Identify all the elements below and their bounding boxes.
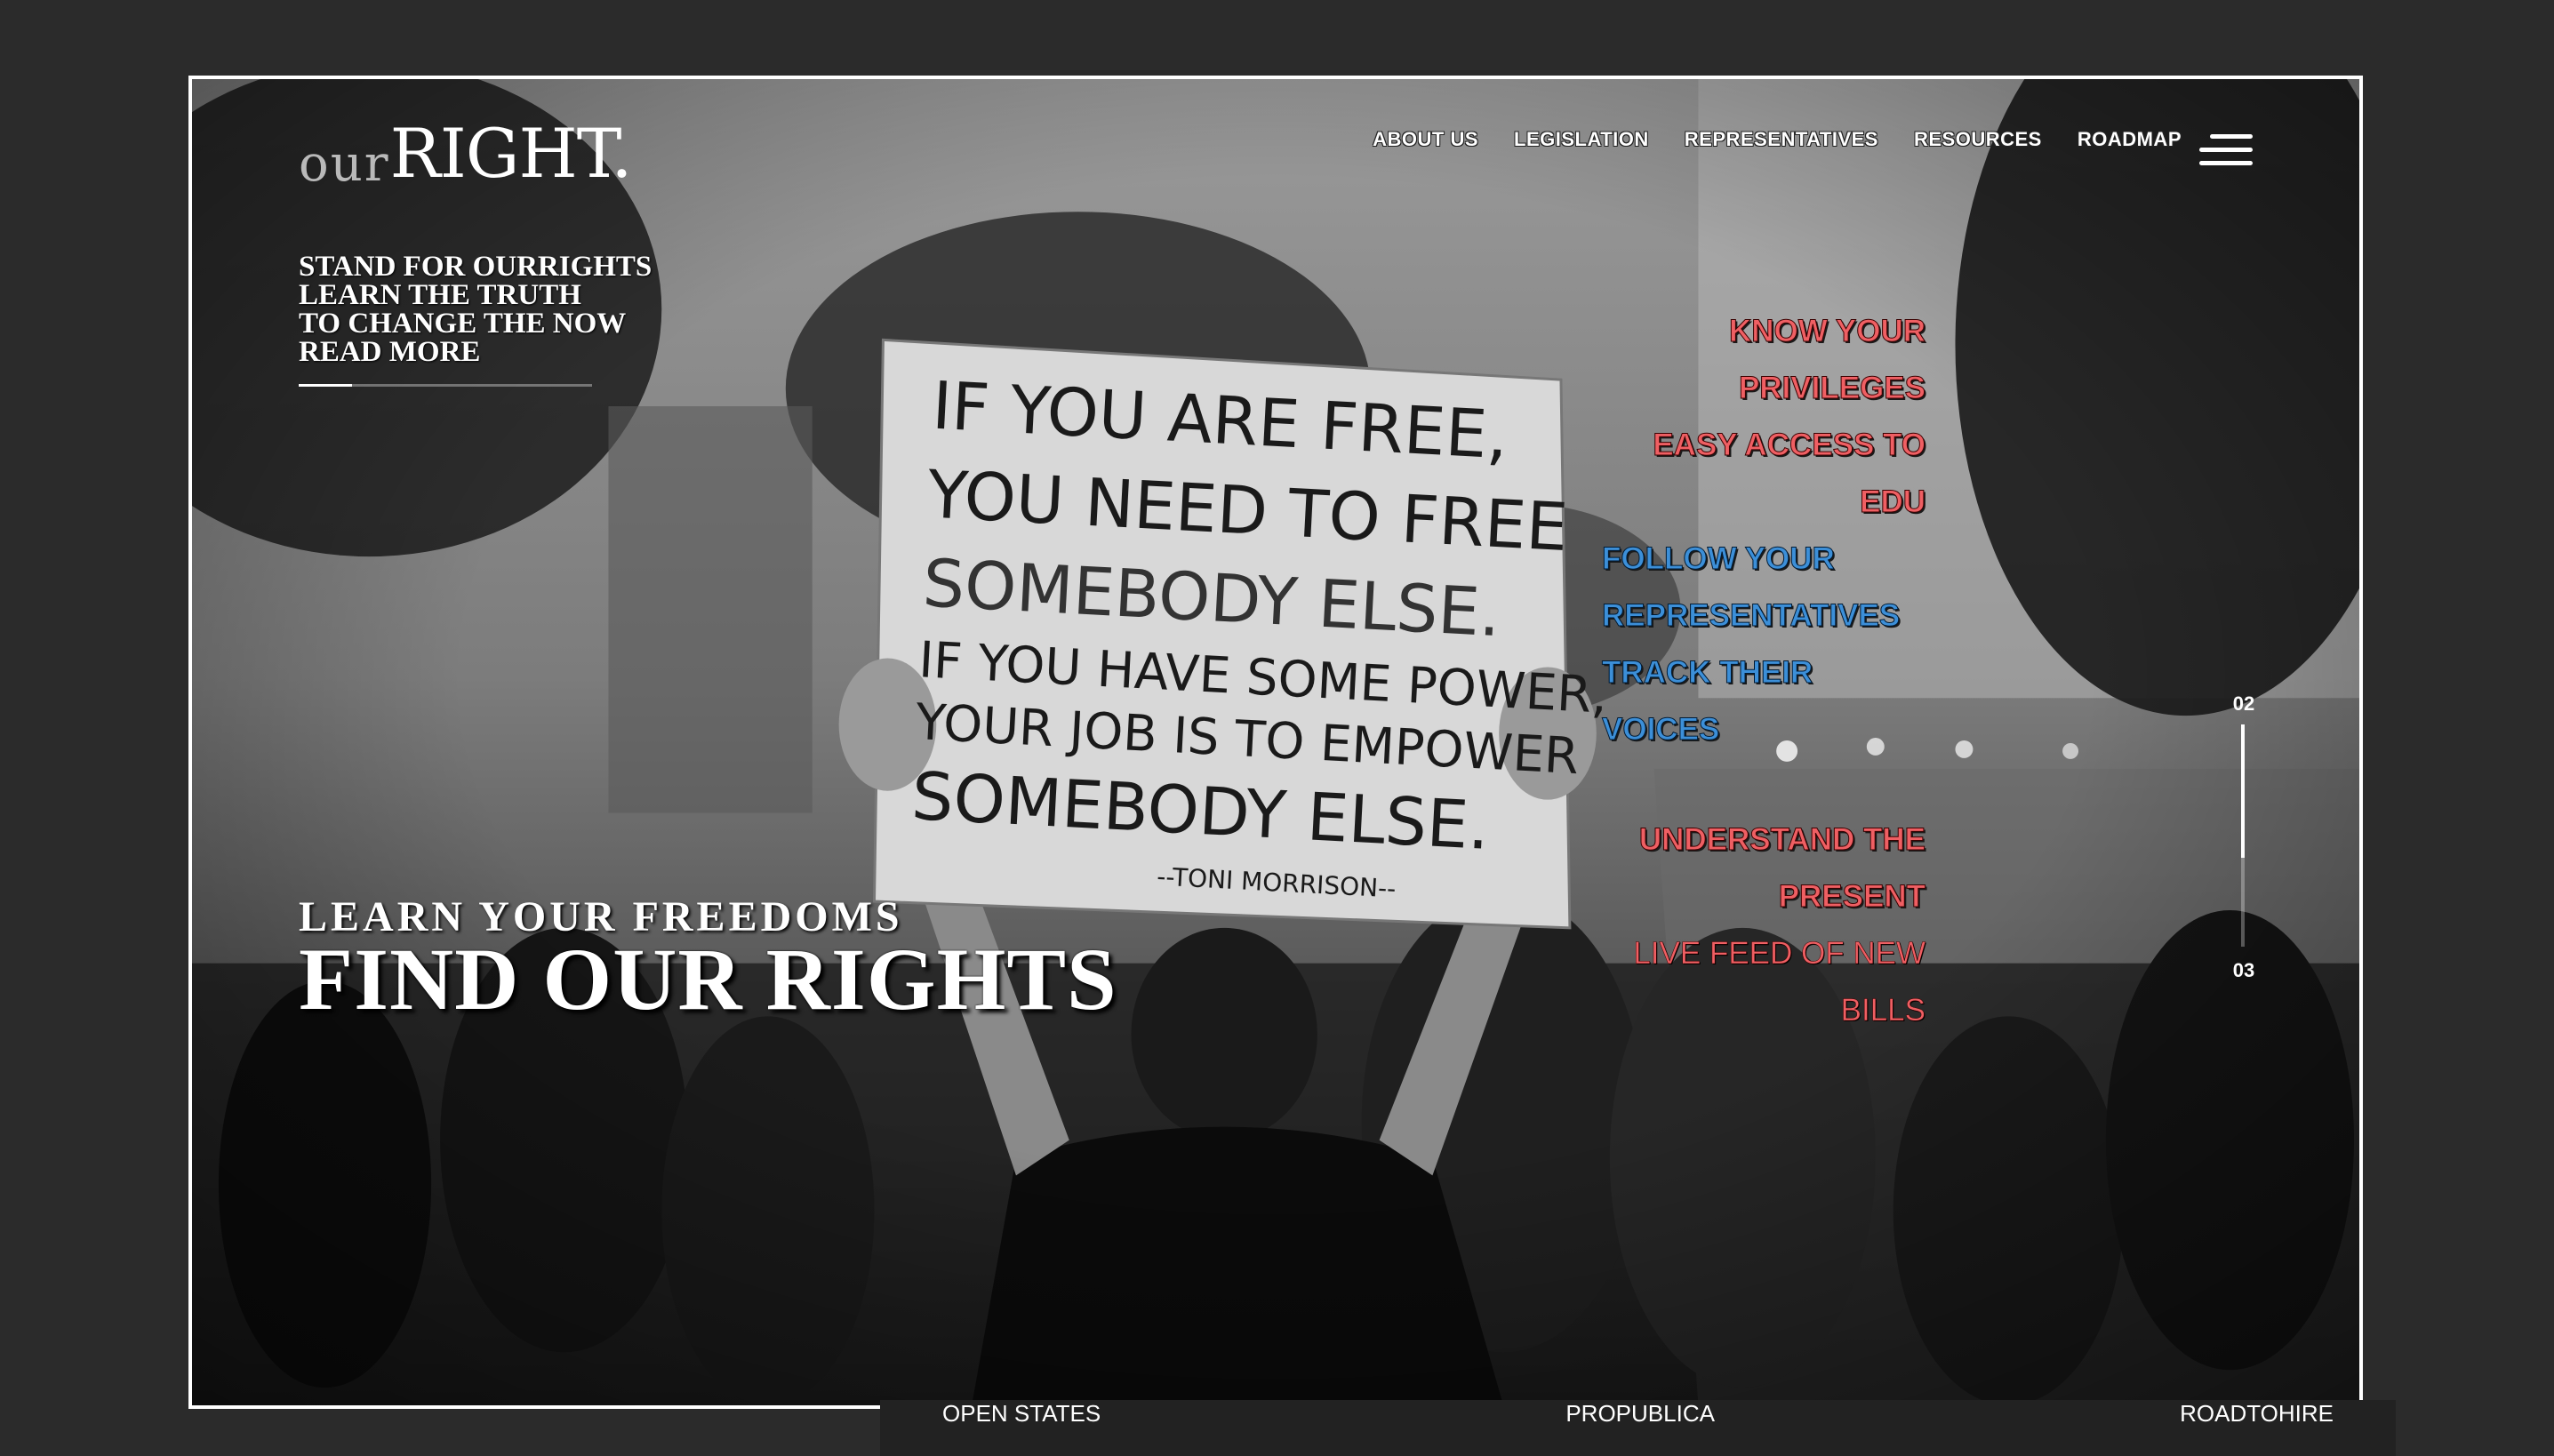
tagline-line-2: LEARN THE TRUTH — [299, 279, 581, 311]
hero-title: FIND OUR RIGHTS — [299, 930, 1117, 1028]
feature-live-feed-1[interactable]: LIVE FEED OF NEW — [1633, 925, 1926, 982]
feature-live-feed-2[interactable]: BILLS — [1840, 982, 1926, 1039]
nav-legislation[interactable]: LEGISLATION — [1514, 128, 1649, 151]
footer-link-open-states[interactable]: OPEN STATES — [942, 1400, 1101, 1428]
feature-track-voices-1[interactable]: TRACK THEIR — [1601, 644, 1813, 701]
feature-follow-representatives-1[interactable]: FOLLOW YOUR — [1602, 531, 1836, 588]
nav-about-us[interactable]: ABOUT US — [1373, 128, 1478, 151]
footer-link-roadtohire[interactable]: ROADTOHIRE — [2180, 1400, 2334, 1428]
logo-our: our — [299, 135, 390, 193]
nav-resources[interactable]: RESOURCES — [1914, 128, 2042, 151]
feature-easy-access-edu-1[interactable]: EASY ACCESS TO — [1653, 417, 1926, 474]
slide-progress-track — [2241, 724, 2245, 947]
nav-roadmap[interactable]: ROADMAP — [2078, 128, 2182, 151]
site-logo[interactable]: our RIGHT. — [299, 95, 633, 193]
feature-understand-present-2[interactable]: PRESENT — [1778, 868, 1926, 925]
feature-understand-present-1[interactable]: UNDERSTAND THE — [1638, 812, 1926, 868]
slide-next: 03 — [2232, 959, 2255, 981]
read-more-link[interactable]: READ MORE — [299, 338, 652, 367]
hamburger-menu-icon[interactable] — [2199, 134, 2253, 168]
logo-right: RIGHT. — [389, 114, 633, 193]
main-nav: ABOUT US LEGISLATION REPRESENTATIVES RES… — [1373, 128, 2182, 151]
footer-link-propublica[interactable]: PROPUBLICA — [1565, 1400, 1715, 1428]
tagline-block: STAND FOR OURRIGHTS LEARN THE TRUTH TO C… — [299, 251, 653, 367]
hero-frame: IF YOU ARE FREE, YOU NEED TO FREE SOMEBO… — [188, 76, 2363, 1409]
feature-follow-representatives-2[interactable]: REPRESENTATIVES — [1601, 588, 1900, 644]
feature-track-voices-2[interactable]: VOICES — [1601, 701, 1719, 758]
footer-links-bar: OPEN STATES PROPUBLICA ROADTOHIRE — [880, 1400, 2396, 1456]
feature-easy-access-edu-2[interactable]: EDU — [1860, 474, 1926, 531]
slide-indicator[interactable]: 02 03 — [2217, 692, 2270, 995]
feature-know-your-privileges-2[interactable]: PRIVILEGES — [1738, 360, 1926, 417]
slide-current: 02 — [2232, 692, 2255, 715]
read-more-underline — [299, 384, 592, 387]
feature-know-your-privileges-1[interactable]: KNOW YOUR — [1728, 303, 1926, 360]
tagline-line-1: STAND FOR OURRIGHTS — [299, 251, 653, 283]
nav-representatives[interactable]: REPRESENTATIVES — [1685, 128, 1878, 151]
tagline-line-3: TO CHANGE THE NOW — [299, 308, 627, 340]
slide-progress-fill — [2241, 724, 2245, 858]
